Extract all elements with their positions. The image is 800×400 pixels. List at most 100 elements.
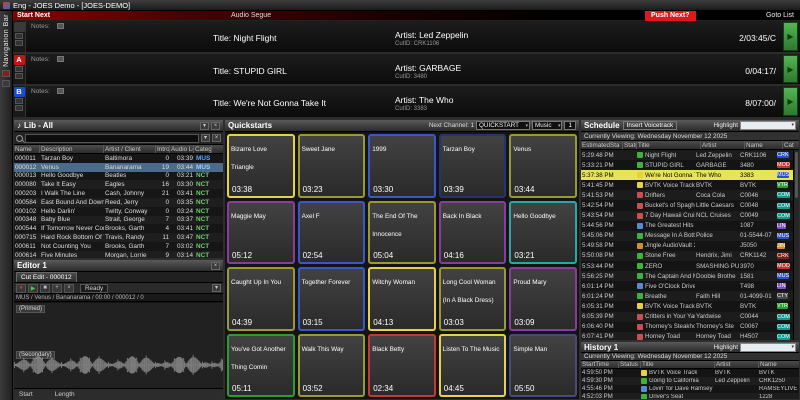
column-header[interactable]: Status <box>623 141 637 149</box>
quickstart-tile[interactable]: Back In Black 04:16 <box>439 201 507 265</box>
editor-close-icon[interactable]: × <box>211 262 220 270</box>
column-header[interactable]: Status <box>619 361 641 368</box>
quickstart-tile[interactable]: You've Got Another Thing Comin 05:11 <box>227 334 295 398</box>
schedule-row[interactable]: 5:45:06 PM Message In A Bottle Police 01… <box>581 231 793 241</box>
scrollbar-thumb[interactable] <box>795 152 798 198</box>
library-clear-icon[interactable]: × <box>212 134 221 142</box>
schedule-scrollbar[interactable] <box>793 150 799 340</box>
schedule-row[interactable]: 5:56:25 PM The Captain And Me Doobie Bro… <box>581 271 793 281</box>
quickstart-tile[interactable]: Black Betty 02:34 <box>368 334 436 398</box>
nav-tools-icon[interactable] <box>2 80 10 87</box>
quickstart-tile[interactable]: Walk This Way 03:52 <box>298 334 366 398</box>
column-header[interactable]: Name <box>745 141 783 149</box>
history-row[interactable]: 4:59:50 PM BVTK Voice Track BVTK BVTK <box>581 369 799 377</box>
column-header[interactable]: Categor <box>194 145 212 153</box>
cut-edit-tab[interactable]: Cut Edit - 000012 <box>16 272 77 282</box>
library-row[interactable]: 000013 Hello Goodbye Beatles 0 03:21 NCT <box>14 172 223 181</box>
schedule-row[interactable]: 5:43:54 PM 7 Day Hawaii Cruises NCL Crui… <box>581 211 793 221</box>
library-row[interactable]: 000102 Hello Darlin' Twitty, Conway 0 03… <box>14 207 223 216</box>
quickstart-tile[interactable]: Bizarre Love Triangle 03:38 <box>227 134 295 198</box>
quickstart-tile[interactable]: Maggie May 05:12 <box>227 201 295 265</box>
waveform-area[interactable]: (Primed) (Secondary) <box>14 303 223 388</box>
goto-list-button[interactable]: Goto List <box>766 12 794 19</box>
quickstart-tile[interactable]: Witchy Woman 04:13 <box>368 267 436 331</box>
library-row[interactable]: 000012 Venus Bananarama 19 03:44 MUS <box>14 163 223 172</box>
quickstart-tile[interactable]: The End Of The Innocence 05:04 <box>368 201 436 265</box>
column-header[interactable]: Name <box>759 361 799 368</box>
history-highlight-dropdown[interactable] <box>740 343 796 352</box>
library-row[interactable]: 000614 Five Minutes Morgan, Lorrie 9 03:… <box>14 251 223 258</box>
library-filter-icon[interactable]: ▾ <box>201 134 210 142</box>
insert-voicetrack-button[interactable]: Insert Voicetrack <box>623 121 678 130</box>
column-header[interactable]: Artist <box>701 141 745 149</box>
schedule-row[interactable]: 5:49:58 PM Jingle AudioVault 2 J5050 JIN <box>581 241 793 251</box>
column-header[interactable]: Intro <box>156 145 170 153</box>
deck-note-icon[interactable] <box>57 56 64 62</box>
deck-play-button[interactable]: ▶ <box>783 87 798 116</box>
library-row[interactable]: 000203 I Walk The Line Cash, Johnny 21 0… <box>14 189 223 198</box>
column-header[interactable]: Title <box>637 141 701 149</box>
quickstart-tile[interactable]: Venus 03:44 <box>509 134 577 198</box>
schedule-row[interactable]: 6:05:31 PM BVTK Voice Track BVTK BVTK VT… <box>581 301 793 311</box>
deck-speaker-icon[interactable] <box>15 33 23 39</box>
quickstart-bank-dropdown[interactable]: Music <box>532 121 562 130</box>
history-row[interactable]: 4:59:30 PM Going to California Led Zeppe… <box>581 377 799 385</box>
column-header[interactable]: Description <box>40 145 104 153</box>
library-row[interactable]: 000544 If Tomorrow Never Com Brooks, Gar… <box>14 224 223 233</box>
library-close-icon[interactable]: × <box>211 122 220 130</box>
schedule-highlight-dropdown[interactable] <box>740 121 796 130</box>
schedule-row[interactable]: 5:33:21 PM STUPID GIRL GARBAGE 3480 MOD <box>581 160 793 170</box>
library-menu-icon[interactable]: ▾ <box>200 122 209 130</box>
quickstart-page-box[interactable]: 1 <box>564 121 576 130</box>
schedule-row[interactable]: 6:01:24 PM Breathe Faith Hill 01-4099-01… <box>581 291 793 301</box>
schedule-row[interactable]: 6:07:41 PM Horney Toad Horney Toad H4507… <box>581 332 793 340</box>
navigation-bar[interactable]: Navigation Bar <box>0 11 13 400</box>
deck-note-icon[interactable] <box>57 88 64 94</box>
column-header[interactable]: Title <box>641 361 715 368</box>
library-search-input[interactable] <box>25 134 199 143</box>
stop-icon[interactable]: ■ <box>40 284 50 293</box>
deck-speaker-icon[interactable] <box>15 98 23 104</box>
quickstart-tile[interactable]: Proud Mary 03:09 <box>509 267 577 331</box>
schedule-row[interactable]: 5:41:53 PM Drifters Coca Cola C0046 COM <box>581 190 793 200</box>
quickstart-tile[interactable]: Listen To The Music 04:45 <box>439 334 507 398</box>
schedule-row[interactable]: 5:37:38 PM We're Not Gonna Take It The W… <box>581 170 793 180</box>
quickstart-preset-dropdown[interactable]: QUICKSTART <box>476 121 530 130</box>
deck-timer-icon[interactable] <box>15 105 23 111</box>
push-next-button[interactable]: Push Next? <box>645 11 696 21</box>
column-header[interactable]: Artist <box>715 361 759 368</box>
column-header[interactable]: Audio Leng <box>170 145 194 153</box>
history-row[interactable]: 4:52:03 PM Driver's Seat 1228 <box>581 393 799 399</box>
delete-icon[interactable]: × <box>64 284 74 293</box>
deck-note-icon[interactable] <box>57 23 64 29</box>
schedule-row[interactable]: 5:50:08 PM Stone Free Hendrix, Jimi CRK1… <box>581 251 793 261</box>
column-header[interactable]: StartTime <box>581 361 619 368</box>
quickstart-tile[interactable]: 1999 03:30 <box>368 134 436 198</box>
schedule-row[interactable]: 5:53:44 PM ZERO SMASHING PU 3970 MOD <box>581 261 793 271</box>
schedule-row[interactable]: 6:05:39 PM Critters in Your Yard Yardwis… <box>581 312 793 322</box>
schedule-row[interactable]: 6:06:40 PM Thorney's Steakhouse Thorney'… <box>581 322 793 332</box>
schedule-row[interactable]: 5:44:56 PM The Greatest Hits 1087 LIN <box>581 221 793 231</box>
editor-options-icon[interactable]: ▾ <box>212 284 221 292</box>
play-icon[interactable]: ▶ <box>28 284 38 293</box>
schedule-row[interactable]: 5:41:45 PM BVTK Voice Track BVTK BVTK VT… <box>581 180 793 190</box>
column-header[interactable]: Cat <box>783 141 799 149</box>
quickstart-tile[interactable]: Tarzan Boy 03:39 <box>439 134 507 198</box>
library-row[interactable]: 000011 Tarzan Boy Baltimora 0 03:39 MUS <box>14 154 223 163</box>
library-row[interactable]: 000715 Hard Rock Bottom Of Y Travis, Ran… <box>14 233 223 242</box>
quickstart-tile[interactable]: Hello Goodbye 03:21 <box>509 201 577 265</box>
deck-timer-icon[interactable] <box>15 73 23 79</box>
quickstart-tile[interactable]: Together Forever 03:15 <box>298 267 366 331</box>
add-icon[interactable]: + <box>52 284 62 293</box>
library-row[interactable]: 000611 Not Counting You Brooks, Garth 7 … <box>14 242 223 251</box>
library-row[interactable]: 000080 Take It Easy Eagles 16 03:30 NCT <box>14 180 223 189</box>
column-header[interactable]: Name <box>14 145 40 153</box>
schedule-row[interactable]: 5:29:48 PM Night Flight Led Zeppelin CRK… <box>581 150 793 160</box>
quickstart-tile[interactable]: Sweet Jane 03:23 <box>298 134 366 198</box>
library-row[interactable]: 000584 East Bound And Down Reed, Jerry 0… <box>14 198 223 207</box>
history-row[interactable]: 4:55:46 PM Lovin' for Dave Ramsey RAMSEY… <box>581 385 799 393</box>
schedule-row[interactable]: 6:01:14 PM Five O'Clock Drive T498 LIN <box>581 281 793 291</box>
quickstart-tile[interactable]: Caught Up In You 04:39 <box>227 267 295 331</box>
nav-music-icon[interactable] <box>2 70 10 77</box>
record-icon[interactable]: ● <box>16 284 26 293</box>
